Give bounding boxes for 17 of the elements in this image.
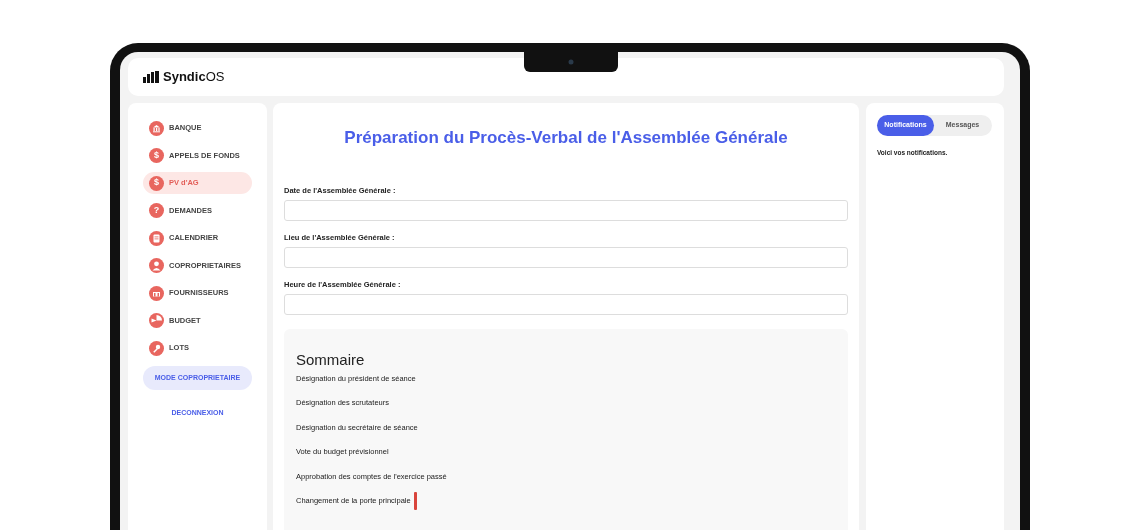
bank-icon bbox=[149, 120, 164, 136]
clipboard-icon bbox=[149, 230, 164, 246]
store-icon bbox=[149, 285, 164, 301]
pie-chart-icon bbox=[149, 313, 164, 328]
question-icon: ? bbox=[149, 203, 164, 218]
input-field[interactable] bbox=[284, 247, 848, 268]
key-icon bbox=[149, 340, 164, 356]
camera-icon bbox=[568, 59, 574, 65]
input-field[interactable] bbox=[284, 199, 848, 221]
input-field[interactable] bbox=[284, 294, 848, 316]
dollar-icon: $ bbox=[149, 175, 164, 191]
page-title: Préparation du Procès-Verbal de l'Assemblée Générale bbox=[343, 127, 789, 149]
app-logo: SyndicOS bbox=[163, 68, 225, 87]
summary-heading: Sommaire bbox=[296, 351, 366, 370]
person-icon bbox=[149, 258, 164, 273]
dollar-icon: $ bbox=[149, 148, 164, 163]
logo-icon bbox=[143, 71, 159, 83]
